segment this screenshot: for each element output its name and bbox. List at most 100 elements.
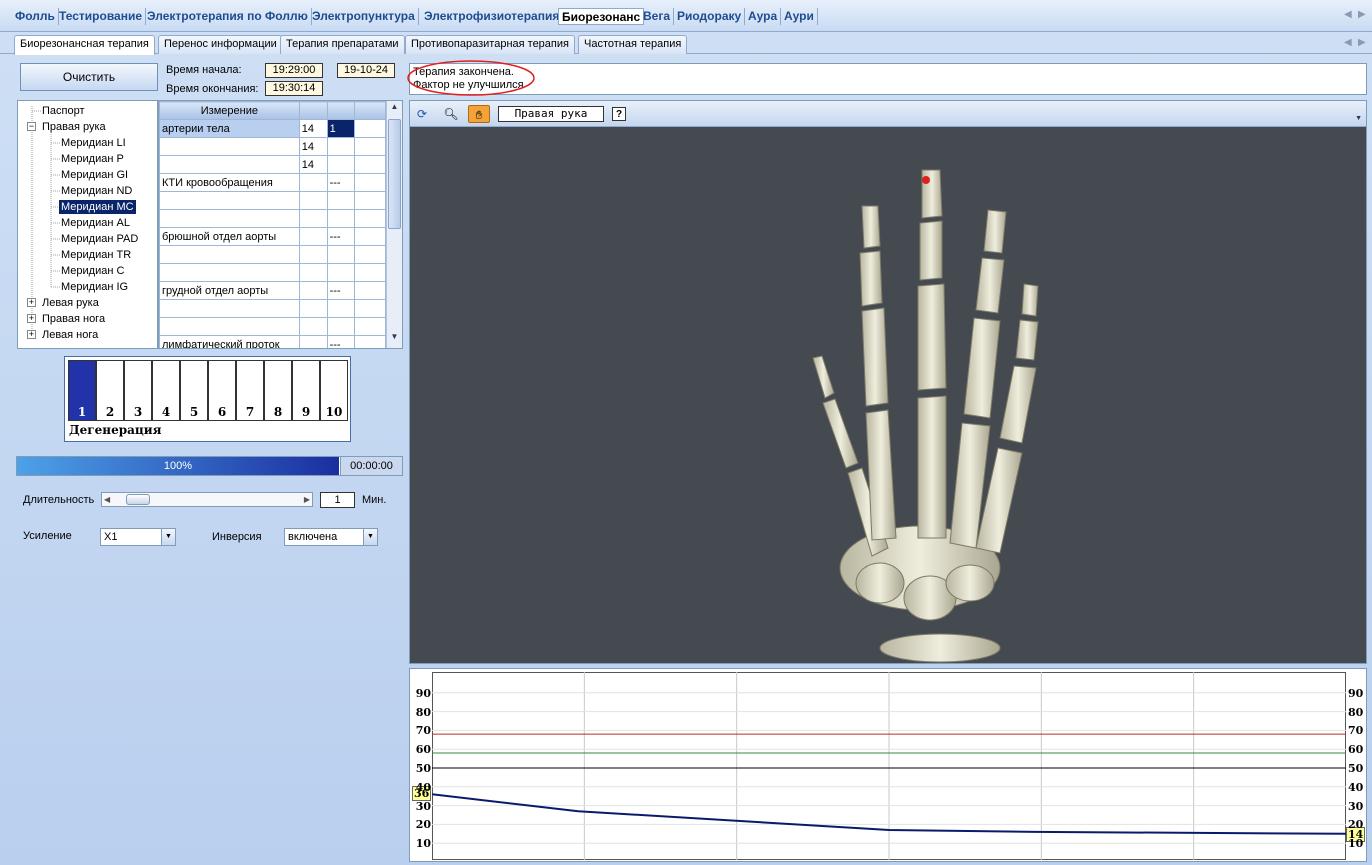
level-button-1[interactable]: 1 xyxy=(68,360,96,421)
tree-item-meridian-mc[interactable]: Меридиан MC xyxy=(59,200,136,214)
inversion-select[interactable]: включена ▼ xyxy=(284,528,378,546)
tab-drug-therapy[interactable]: Терапия препаратами xyxy=(280,35,405,54)
tree-item-meridian-nd[interactable]: Меридиан ND xyxy=(61,184,132,198)
table-cell: 14 xyxy=(298,155,328,174)
table-row[interactable]: 14 xyxy=(159,137,386,156)
tree-item-meridian-gi[interactable]: Меридиан GI xyxy=(61,168,128,182)
table-row[interactable]: брюшной отдел аорты --- xyxy=(159,227,386,246)
table-row[interactable] xyxy=(159,245,386,264)
duration-slider[interactable]: ◀ ▶ xyxy=(101,492,313,507)
y-tick-label: 20 xyxy=(1348,818,1364,832)
tab-aura[interactable]: Аура xyxy=(745,8,782,25)
tab-electrotherapy-foll[interactable]: Электротерапия по Фоллю xyxy=(144,8,312,25)
level-button-10[interactable]: 10 xyxy=(320,360,348,421)
table-row[interactable]: артерии тела 14 1 xyxy=(159,119,386,138)
column-header xyxy=(326,101,356,120)
table-row[interactable] xyxy=(159,263,386,282)
scroll-thumb[interactable] xyxy=(388,119,401,229)
y-tick-label: 60 xyxy=(415,743,431,757)
tab-testing[interactable]: Тестирование xyxy=(56,8,147,25)
hand-skeleton-image xyxy=(812,169,1039,663)
slider-right-icon[interactable]: ▶ xyxy=(304,495,310,504)
column-header-measurement[interactable]: Измерение xyxy=(159,101,300,120)
tree-item-right-hand[interactable]: Правая рука xyxy=(42,120,106,134)
tab-antiparasitic-therapy[interactable]: Противопаразитарная терапия xyxy=(405,35,575,54)
grid-scrollbar[interactable]: ▲ ▼ xyxy=(386,101,402,348)
toolbar-menu-icon[interactable]: ▼ xyxy=(1355,115,1362,122)
table-cell xyxy=(354,299,386,318)
tab-electropuncture[interactable]: Электропунктура xyxy=(309,8,419,25)
table-cell: лимфатический проток xyxy=(159,335,300,348)
end-time-label: Время окончания: xyxy=(166,83,259,95)
expand-icon[interactable]: + xyxy=(27,330,36,339)
tree-item-passport[interactable]: Паспорт xyxy=(42,104,85,118)
tab-foll[interactable]: Фолль xyxy=(12,8,59,25)
table-row[interactable]: лимфатический проток --- xyxy=(159,335,386,348)
level-button-3[interactable]: 3 xyxy=(124,360,152,421)
table-cell xyxy=(159,209,300,228)
tab-riodoraku[interactable]: Риодораку xyxy=(674,8,746,25)
expand-icon[interactable]: + xyxy=(27,298,36,307)
scroll-right-icon[interactable]: ▶ xyxy=(1358,9,1366,20)
tab-bioresonance-therapy[interactable]: Биорезонансная терапия xyxy=(14,35,155,55)
tree-item-left-hand[interactable]: Левая рука xyxy=(42,296,99,310)
table-row[interactable]: 14 xyxy=(159,155,386,174)
tree-item-left-leg[interactable]: Левая нога xyxy=(42,328,98,342)
rotate-icon[interactable]: ⟳ xyxy=(413,105,431,123)
level-button-4[interactable]: 4 xyxy=(152,360,180,421)
table-cell[interactable]: 1 xyxy=(326,119,356,138)
slider-left-icon[interactable]: ◀ xyxy=(104,495,110,504)
duration-input[interactable]: 1 xyxy=(320,492,355,508)
table-row[interactable] xyxy=(159,209,386,228)
tab-bioresonance[interactable]: Биорезонанс xyxy=(558,8,645,25)
scroll-left-icon[interactable]: ◀ xyxy=(1344,9,1352,20)
gain-select[interactable]: X1 ▼ xyxy=(100,528,176,546)
table-row[interactable] xyxy=(159,317,386,336)
scroll-down-icon[interactable]: ▼ xyxy=(388,332,401,346)
table-cell xyxy=(159,191,300,210)
table-row[interactable] xyxy=(159,299,386,318)
tree-item-meridian-p[interactable]: Меридиан P xyxy=(61,152,124,166)
chevron-down-icon[interactable]: ▼ xyxy=(161,529,175,545)
tree-item-meridian-tr[interactable]: Меридиан TR xyxy=(61,248,131,262)
scroll-right-icon[interactable]: ▶ xyxy=(1358,37,1366,48)
tree-item-meridian-ig[interactable]: Меридиан IG xyxy=(61,280,128,294)
tree-item-right-leg[interactable]: Правая нога xyxy=(42,312,105,326)
start-time-label: Время начала: xyxy=(166,64,242,76)
level-button-2[interactable]: 2 xyxy=(96,360,124,421)
status-line-2: Фактор не улучшился xyxy=(413,79,524,91)
tree-item-meridian-li[interactable]: Меридиан LI xyxy=(61,136,126,150)
help-icon[interactable]: ? xyxy=(612,107,626,121)
tree-item-meridian-c[interactable]: Меридиан C xyxy=(61,264,124,278)
table-row[interactable] xyxy=(159,191,386,210)
zoom-icon[interactable]: 🔍︎ xyxy=(442,105,460,123)
table-row[interactable]: КТИ кровообращения --- xyxy=(159,173,386,192)
tree-item-meridian-pad[interactable]: Меридиан PAD xyxy=(61,232,138,246)
level-button-9[interactable]: 9 xyxy=(292,360,320,421)
table-cell xyxy=(298,281,328,300)
level-button-8[interactable]: 8 xyxy=(264,360,292,421)
level-button-7[interactable]: 7 xyxy=(236,360,264,421)
collapse-icon[interactable]: − xyxy=(27,122,36,131)
scroll-up-icon[interactable]: ▲ xyxy=(388,102,401,116)
chevron-down-icon[interactable]: ▼ xyxy=(363,529,377,545)
hand-tool-icon[interactable]: ✋︎ xyxy=(468,105,490,123)
limb-selector[interactable]: Правая рука xyxy=(498,106,604,122)
tab-electrophysiotherapy[interactable]: Электрофизиотерапия xyxy=(421,8,564,25)
hand-3d-viewer[interactable]: ⟳ 🔍︎ ✋︎ Правая рука ? ▼ xyxy=(409,100,1367,664)
level-button-6[interactable]: 6 xyxy=(208,360,236,421)
level-button-5[interactable]: 5 xyxy=(180,360,208,421)
tree-item-meridian-al[interactable]: Меридиан AL xyxy=(61,216,130,230)
table-cell xyxy=(298,173,328,192)
clear-button[interactable]: Очистить xyxy=(20,63,158,91)
table-cell xyxy=(298,335,328,348)
table-row[interactable]: грудной отдел аорты --- xyxy=(159,281,386,300)
y-tick-label: 70 xyxy=(1348,724,1364,738)
expand-icon[interactable]: + xyxy=(27,314,36,323)
slider-thumb[interactable] xyxy=(126,494,150,505)
tab-info-transfer[interactable]: Перенос информации xyxy=(158,35,283,54)
tab-frequency-therapy[interactable]: Частотная терапия xyxy=(578,35,688,54)
scroll-left-icon[interactable]: ◀ xyxy=(1344,37,1352,48)
tab-vega[interactable]: Вега xyxy=(640,8,675,25)
tab-auri[interactable]: Аури xyxy=(781,8,818,25)
